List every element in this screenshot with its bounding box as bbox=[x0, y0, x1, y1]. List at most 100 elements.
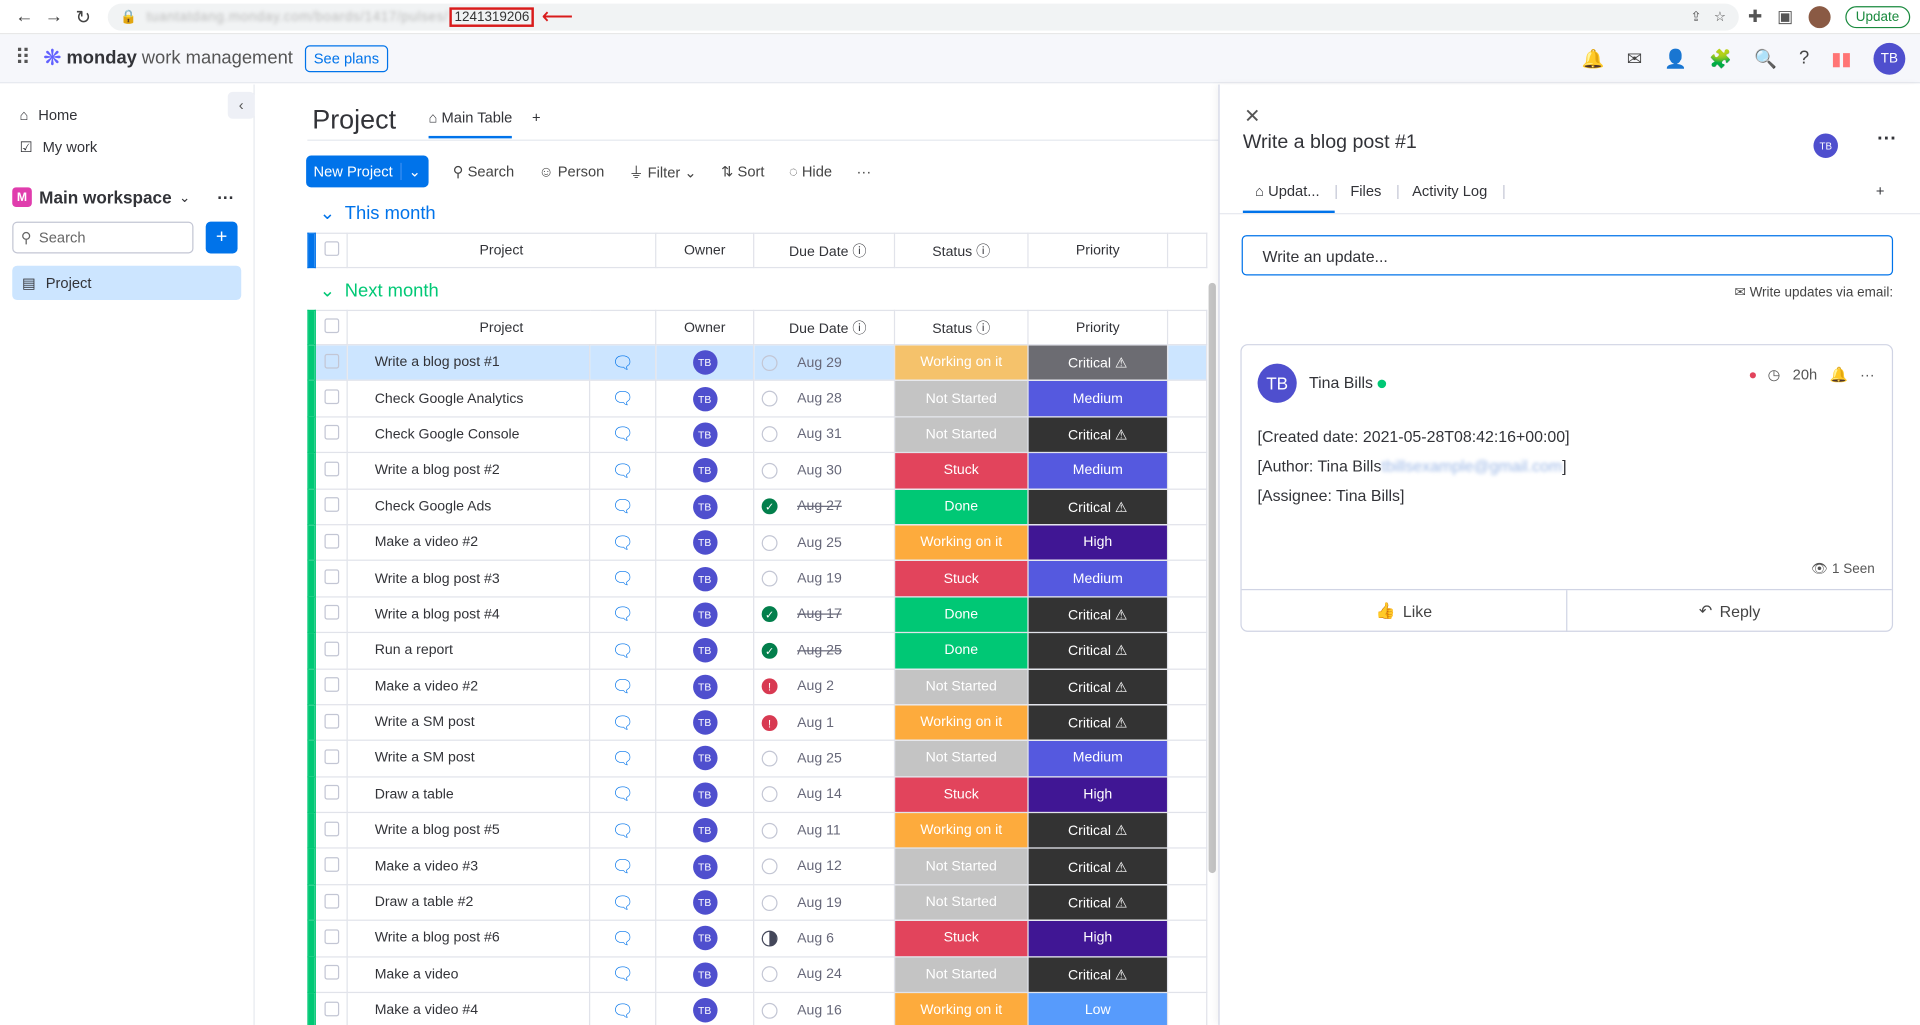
item-name-cell[interactable]: Write a SM post bbox=[346, 703, 591, 742]
conversation-icon[interactable]: 🗨 bbox=[588, 380, 657, 418]
item-name-cell[interactable]: Draw a table #2 bbox=[346, 883, 591, 922]
author-name[interactable]: Tina Bills bbox=[1309, 373, 1387, 392]
email-updates-link[interactable]: ✉ Write updates via email: bbox=[1735, 284, 1894, 300]
status-cell[interactable]: Done bbox=[893, 631, 1029, 670]
status-cell[interactable]: Working on it bbox=[893, 811, 1029, 850]
sort-button[interactable]: ⇅ Sort bbox=[721, 163, 764, 180]
apps-grid-icon[interactable]: ⠿ bbox=[15, 45, 31, 71]
profile-avatar[interactable] bbox=[1807, 5, 1831, 28]
add-column[interactable] bbox=[1166, 309, 1208, 346]
column-header-project[interactable]: Project bbox=[346, 232, 657, 269]
due-date-cell[interactable]: ! Aug 2 bbox=[753, 667, 896, 706]
item-name-cell[interactable]: Write a SM post bbox=[346, 739, 591, 778]
owner-cell[interactable]: TB bbox=[655, 739, 755, 778]
owner-cell[interactable]: TB bbox=[655, 344, 755, 382]
item-name-cell[interactable]: Write a blog post #1 bbox=[346, 344, 591, 382]
search-button[interactable]: ⚲ Search bbox=[453, 163, 514, 180]
due-date-cell[interactable]: Aug 19 bbox=[753, 560, 896, 598]
priority-cell[interactable]: Critical ⚠ bbox=[1027, 703, 1169, 742]
update-button[interactable]: Update bbox=[1844, 5, 1911, 28]
priority-cell[interactable]: Medium bbox=[1027, 452, 1169, 490]
collapse-sidebar-button[interactable]: ‹ bbox=[227, 91, 255, 119]
priority-cell[interactable]: Critical ⚠ bbox=[1027, 595, 1169, 634]
reply-button[interactable]: ↶ Reply bbox=[1567, 590, 1891, 632]
row-checkbox[interactable] bbox=[314, 703, 348, 742]
row-checkbox[interactable] bbox=[314, 416, 348, 454]
owner-cell[interactable]: TB bbox=[655, 488, 755, 526]
status-cell[interactable]: Working on it bbox=[893, 703, 1029, 742]
table-row[interactable]: Write a blog post #3 🗨 TB Aug 19 Stuck Medium bbox=[307, 560, 1208, 598]
chevron-down-icon[interactable]: ⌄ bbox=[320, 202, 335, 224]
table-row[interactable]: Write a blog post #5 🗨 TB Aug 11 Working on … bbox=[307, 811, 1208, 850]
address-bar[interactable]: 🔒 tuantatdang.monday.com/boards/1417/pul… bbox=[107, 3, 1739, 31]
status-cell[interactable]: Not Started bbox=[893, 847, 1029, 886]
status-cell[interactable]: Stuck bbox=[893, 775, 1029, 814]
conversation-icon[interactable]: 🗨 bbox=[588, 560, 657, 598]
more-icon[interactable]: ··· bbox=[857, 163, 872, 180]
conversation-icon[interactable]: 🗨 bbox=[588, 991, 657, 1025]
table-row[interactable]: Run a report 🗨 TB ✓ Aug 25 Done Critical ⚠ bbox=[307, 631, 1208, 670]
status-cell[interactable]: Done bbox=[893, 488, 1029, 526]
row-checkbox[interactable] bbox=[314, 739, 348, 778]
status-cell[interactable]: Stuck bbox=[893, 560, 1029, 598]
info-icon[interactable]: ⓘ bbox=[976, 321, 990, 336]
priority-cell[interactable]: High bbox=[1027, 919, 1169, 958]
due-date-cell[interactable]: Aug 29 bbox=[753, 344, 896, 382]
due-date-cell[interactable]: Aug 25 bbox=[753, 739, 896, 778]
tab-updates[interactable]: ⌂ Updat... bbox=[1242, 182, 1335, 214]
add-view-button[interactable]: + bbox=[532, 109, 541, 138]
tab-activity-log[interactable]: Activity Log bbox=[1400, 182, 1502, 213]
row-checkbox[interactable] bbox=[314, 631, 348, 670]
conversation-icon[interactable]: 🗨 bbox=[588, 524, 657, 562]
item-name-cell[interactable]: Draw a table bbox=[346, 775, 591, 814]
workspace-more-icon[interactable]: ··· bbox=[217, 187, 234, 207]
sidepanel-icon[interactable]: ▣ bbox=[1777, 6, 1793, 27]
new-project-button[interactable]: New Project ⌄ bbox=[306, 155, 429, 188]
star-icon[interactable]: ☆ bbox=[1714, 9, 1726, 25]
monday-apps-icon[interactable]: ▮▮ bbox=[1831, 47, 1851, 69]
see-plans-button[interactable]: See plans bbox=[305, 44, 388, 72]
status-cell[interactable]: Not Started bbox=[893, 380, 1029, 418]
table-row[interactable]: Check Google Analytics 🗨 TB Aug 28 Not Start… bbox=[307, 380, 1208, 418]
owner-cell[interactable]: TB bbox=[655, 919, 755, 958]
more-icon[interactable]: ··· bbox=[1877, 129, 1897, 151]
sidebar-item-project[interactable]: ▤ Project bbox=[12, 265, 242, 301]
chevron-down-icon[interactable]: ⌄ bbox=[320, 279, 335, 301]
author-email[interactable]: tbillsexample@gmail.com bbox=[1381, 457, 1562, 475]
owner-cell[interactable]: TB bbox=[655, 703, 755, 742]
priority-cell[interactable]: Critical ⚠ bbox=[1027, 631, 1169, 670]
owner-cell[interactable]: TB bbox=[655, 847, 755, 886]
status-cell[interactable]: Stuck bbox=[893, 452, 1029, 490]
workspace-selector[interactable]: M Main workspace ⌄ ··· bbox=[12, 187, 241, 207]
close-icon[interactable]: ✕ bbox=[1244, 104, 1260, 128]
owner-cell[interactable]: TB bbox=[655, 667, 755, 706]
add-column[interactable] bbox=[1166, 232, 1208, 269]
row-checkbox[interactable] bbox=[314, 667, 348, 706]
item-name-cell[interactable]: Make a video bbox=[346, 955, 591, 994]
row-checkbox[interactable] bbox=[314, 524, 348, 562]
bell-icon[interactable]: 🔔 bbox=[1829, 366, 1847, 383]
info-icon[interactable]: ⓘ bbox=[852, 244, 866, 259]
column-header-due-date[interactable]: Due Date ⓘ bbox=[753, 232, 896, 269]
due-date-cell[interactable]: Aug 16 bbox=[753, 991, 896, 1025]
add-item-button[interactable]: + bbox=[205, 221, 238, 254]
row-checkbox[interactable] bbox=[314, 775, 348, 814]
item-name-cell[interactable]: Write a blog post #2 bbox=[346, 452, 591, 490]
row-checkbox[interactable] bbox=[314, 811, 348, 850]
status-cell[interactable]: Not Started bbox=[893, 739, 1029, 778]
row-checkbox[interactable] bbox=[314, 991, 348, 1025]
row-checkbox[interactable] bbox=[314, 344, 348, 382]
due-date-cell[interactable]: Aug 12 bbox=[753, 847, 896, 886]
item-name-cell[interactable]: Run a report bbox=[346, 631, 591, 670]
owner-cell[interactable]: TB bbox=[655, 631, 755, 670]
table-row[interactable]: Write a SM post 🗨 TB Aug 25 Not Started Mediu… bbox=[307, 739, 1208, 778]
due-date-cell[interactable]: Aug 11 bbox=[753, 811, 896, 850]
conversation-icon[interactable]: 🗨 bbox=[588, 739, 657, 778]
priority-cell[interactable]: Medium bbox=[1027, 380, 1169, 418]
row-checkbox[interactable] bbox=[314, 488, 348, 526]
conversation-icon[interactable]: 🗨 bbox=[588, 631, 657, 670]
tab-files[interactable]: Files bbox=[1338, 182, 1396, 213]
person-filter-button[interactable]: ☺ Person bbox=[539, 163, 605, 180]
column-header-priority[interactable]: Priority bbox=[1027, 309, 1169, 346]
priority-cell[interactable]: Critical ⚠ bbox=[1027, 488, 1169, 526]
